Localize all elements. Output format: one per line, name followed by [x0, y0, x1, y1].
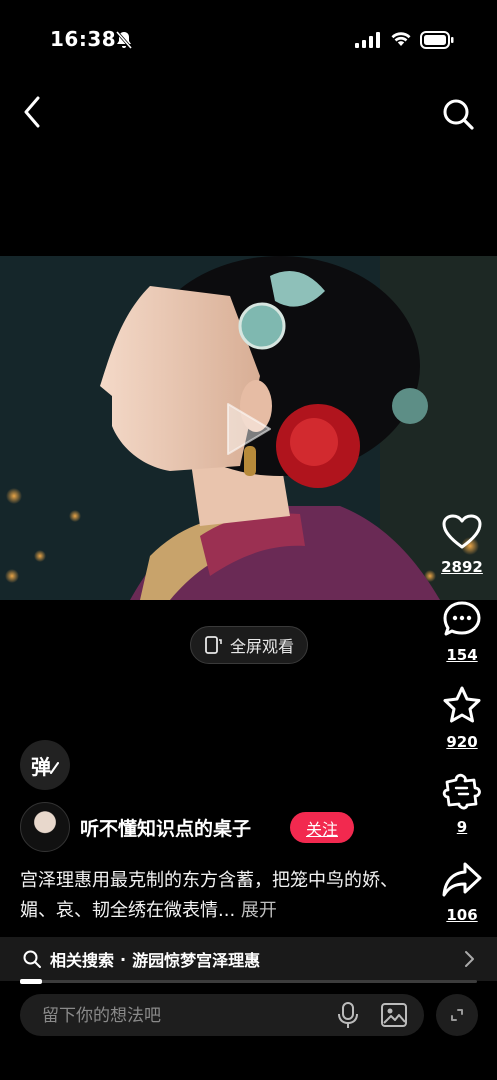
expand-link[interactable]: 展开	[241, 900, 277, 921]
comment-count: 154	[446, 646, 478, 664]
related-label: 相关搜索	[50, 951, 115, 970]
comment-bubble-icon	[443, 601, 481, 636]
danmaku-toggle[interactable]: 弹	[20, 740, 70, 790]
like-button[interactable]: 2892	[432, 514, 492, 576]
puzzle-icon	[442, 773, 481, 810]
related-query: 游园惊梦宫泽理惠	[132, 951, 261, 970]
fullscreen-label: 全屏观看	[229, 637, 294, 656]
expand-icon	[451, 1009, 463, 1021]
post-description[interactable]: 宫泽理惠用最克制的东方含蓄，把笼中鸟的娇、媚、哀、韧全绣在微表情... 展开	[20, 866, 400, 926]
related-separator: ·	[120, 949, 127, 969]
cellular-signal-icon	[355, 32, 380, 48]
microphone-icon[interactable]	[336, 1001, 360, 1029]
puzzle-count: 9	[456, 818, 468, 836]
author-name[interactable]: 听不懂知识点的桌子	[80, 814, 251, 841]
comment-input[interactable]	[40, 994, 344, 1038]
play-icon[interactable]	[220, 398, 276, 460]
wifi-icon	[391, 32, 411, 46]
chevron-right-icon	[465, 951, 474, 967]
author-avatar[interactable]	[20, 802, 70, 852]
related-search-bar[interactable]: 相关搜索 · 游园惊梦宫泽理惠	[0, 937, 497, 981]
fullscreen-button[interactable]: 全屏观看	[190, 626, 308, 664]
rotate-screen-icon	[205, 636, 222, 654]
comment-button[interactable]: 154	[432, 600, 492, 664]
puzzle-button[interactable]: 9	[432, 772, 492, 836]
search-icon	[23, 950, 41, 968]
expand-input-button[interactable]	[436, 994, 478, 1036]
like-count: 2892	[441, 558, 483, 576]
description-text: 宫泽理惠用最克制的东方含蓄，把笼中鸟的娇、媚、哀、韧全绣在微表情...	[20, 870, 398, 921]
share-count: 106	[446, 906, 478, 924]
pen-icon	[50, 762, 59, 774]
comment-bar	[20, 994, 424, 1038]
status-time: 16:38	[50, 27, 117, 51]
video-progress-track[interactable]	[20, 980, 477, 983]
follow-button[interactable]: 关注	[290, 812, 354, 843]
share-button[interactable]: 106	[432, 860, 492, 924]
battery-icon	[420, 31, 454, 49]
favorite-button[interactable]: 920	[432, 685, 492, 751]
heart-icon	[442, 514, 482, 549]
danmaku-label: 弹	[31, 754, 51, 779]
bell-muted-icon	[115, 31, 133, 49]
image-picker-icon[interactable]	[380, 1001, 408, 1029]
share-arrow-icon	[442, 862, 482, 897]
favorite-count: 920	[446, 733, 478, 751]
search-icon[interactable]	[440, 96, 476, 132]
video-progress-fill[interactable]	[20, 979, 42, 984]
back-chevron-icon[interactable]	[20, 94, 48, 130]
follow-label: 关注	[305, 819, 338, 839]
star-icon	[443, 686, 481, 723]
